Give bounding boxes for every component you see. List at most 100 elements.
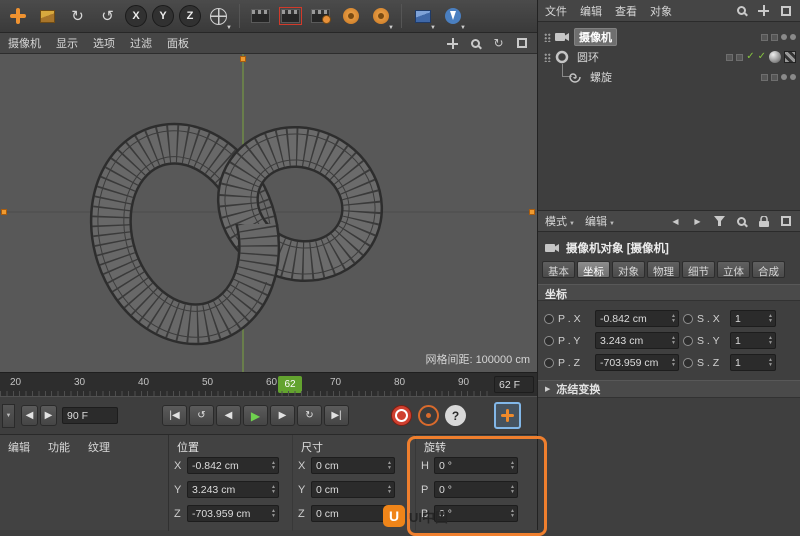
menu-camera[interactable]: 摄像机 [8,35,41,51]
record-keyframe-button[interactable] [391,405,412,426]
add-primitive-button[interactable]: ▼ [410,4,435,29]
enabled-check-icon[interactable]: ✓ [758,52,766,62]
layer-toggle[interactable] [736,54,743,61]
position-x-field[interactable]: -0.842 cm▲▼ [187,457,279,474]
toggle-view-icon[interactable] [514,36,529,51]
object-row-torus[interactable]: 圆环 ✓ ✓ [544,48,796,66]
timeline-ruler[interactable]: 20 30 40 50 60 70 80 90 62 62 F [0,372,537,396]
stepper[interactable]: ▲▼ [271,485,276,494]
stepper[interactable]: ▲▼ [387,461,392,470]
menu-edit[interactable]: 编辑 [8,439,30,455]
drag-grip-icon[interactable] [544,53,551,62]
freeze-transform-section[interactable]: ▶ 冻结变换 [538,380,800,398]
sz-field[interactable]: 1▲▼ [730,354,776,371]
menu-filter[interactable]: 过滤 [130,35,152,51]
tab-composite[interactable]: 合成 [752,261,785,278]
tab-coordinates[interactable]: 坐标 [577,261,610,278]
layer-toggle[interactable] [726,54,733,61]
end-frame-field[interactable]: 90 F [62,407,118,424]
z-axis-lock-button[interactable]: Z [179,5,201,27]
current-frame-field[interactable]: 62 F [494,376,534,393]
keyframe-dot[interactable] [544,336,554,346]
tab-stereo[interactable]: 立体 [717,261,750,278]
menu-file[interactable]: 文件 [545,3,567,19]
layout-icon[interactable] [778,3,793,18]
history-forward-icon[interactable]: ▶ [690,214,705,229]
rotate-tool-button[interactable]: ↻ [65,4,90,29]
menu-mode[interactable]: 模式▼ [545,213,575,229]
menu-display[interactable]: 显示 [56,35,78,51]
object-label[interactable]: 摄像机 [574,28,617,46]
menu-object[interactable]: 对象 [650,3,672,19]
range-right-button[interactable]: ▶ [40,405,57,426]
keyframe-dot[interactable] [683,358,693,368]
sx-field[interactable]: 1▲▼ [730,310,776,327]
axis-handle[interactable] [1,209,7,215]
rotate-view-icon[interactable]: ↻ [491,36,506,51]
rotation-h-field[interactable]: 0 °▲▼ [434,457,518,474]
panel-icon[interactable] [778,214,793,229]
menu-view[interactable]: 查看 [615,3,637,19]
key-selection-active-button[interactable] [494,402,521,429]
autokey-button[interactable] [418,405,439,426]
goto-end-button[interactable]: ▶| [324,405,349,426]
goto-start-button[interactable]: |◀ [162,405,187,426]
add-spline-button[interactable]: ▼ [440,4,465,29]
y-axis-lock-button[interactable]: Y [152,5,174,27]
render-settings-button[interactable] [338,4,363,29]
render-picture-viewer-button[interactable] [278,4,303,29]
coordinate-system-button[interactable]: ▼ [206,4,231,29]
lock-icon[interactable] [756,214,771,229]
enabled-check-icon[interactable]: ✓ [746,52,754,62]
3d-viewport[interactable]: 网格间距: 100000 cm [0,54,537,372]
position-y-field[interactable]: 3.243 cm▲▼ [187,481,279,498]
x-axis-lock-button[interactable]: X [125,5,147,27]
object-row-helix[interactable]: 螺旋 [568,68,796,86]
pan-view-icon[interactable] [445,36,460,51]
object-row-camera[interactable]: 摄像机 [544,28,796,46]
visibility-dot[interactable] [781,74,787,80]
axis-handle[interactable] [240,56,246,62]
object-label[interactable]: 圆环 [573,49,603,65]
drag-grip-icon[interactable] [544,33,551,42]
menu-options[interactable]: 选项 [93,35,115,51]
size-x-field[interactable]: 0 cm▲▼ [311,457,395,474]
keyframe-dot[interactable] [683,336,693,346]
menu-panel[interactable]: 面板 [167,35,189,51]
material-tag-icon[interactable] [769,51,781,63]
range-left-button[interactable]: ◀ [21,405,38,426]
timeline-options-dropdown[interactable]: ▼ [2,404,15,428]
keying-help-button[interactable]: ? [445,405,466,426]
tab-physical[interactable]: 物理 [647,261,680,278]
stepper[interactable]: ▲▼ [671,358,676,367]
stepper[interactable]: ▲▼ [387,485,392,494]
edit-render-settings-button[interactable]: ▼ [368,4,393,29]
scale-tool-button[interactable]: ↺ [95,4,120,29]
zoom-view-icon[interactable] [468,36,483,51]
pz-field[interactable]: -703.959 cm▲▼ [595,354,679,371]
px-field[interactable]: -0.842 cm▲▼ [595,310,679,327]
size-y-field[interactable]: 0 cm▲▼ [311,481,395,498]
axis-handle[interactable] [529,209,535,215]
filter-icon[interactable] [712,214,727,229]
next-key-button[interactable]: ↻ [297,405,322,426]
layer-toggle[interactable] [771,34,778,41]
stepper[interactable]: ▲▼ [671,336,676,345]
stepper[interactable]: ▲▼ [271,461,276,470]
prev-key-button[interactable]: ↺ [189,405,214,426]
menu-edit[interactable]: 编辑▼ [585,213,615,229]
visibility-dot[interactable] [790,34,796,40]
tab-object[interactable]: 对象 [612,261,645,278]
keyframe-dot[interactable] [683,314,693,324]
render-region-button[interactable] [308,4,333,29]
tab-details[interactable]: 细节 [682,261,715,278]
render-view-button[interactable] [248,4,273,29]
py-field[interactable]: 3.243 cm▲▼ [595,332,679,349]
visibility-dot[interactable] [790,74,796,80]
search-icon[interactable] [734,214,749,229]
stepper[interactable]: ▲▼ [510,461,515,470]
menu-edit[interactable]: 编辑 [580,3,602,19]
position-z-field[interactable]: -703.959 cm▲▼ [187,505,279,522]
layer-toggle[interactable] [771,74,778,81]
sy-field[interactable]: 1▲▼ [730,332,776,349]
